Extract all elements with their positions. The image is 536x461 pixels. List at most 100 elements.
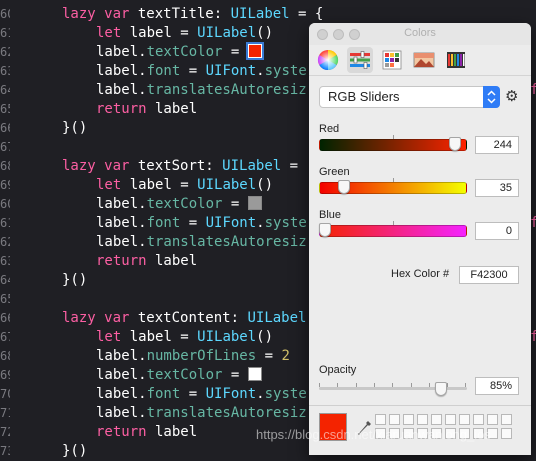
line-number: 65 — [0, 102, 10, 116]
code-token: textColor — [146, 44, 223, 60]
code-text: }() — [62, 119, 87, 138]
line-number: 68 — [0, 159, 10, 173]
color-swatch-slot[interactable] — [417, 414, 428, 425]
code-token: label. — [96, 348, 147, 364]
code-token: () — [256, 329, 274, 345]
slider-value-green[interactable]: 35 — [475, 179, 519, 197]
line-number: 64 — [0, 273, 10, 287]
code-token: label — [146, 424, 198, 440]
code-token: label — [146, 101, 198, 117]
line-number: 68 — [0, 349, 10, 363]
color-wheel-icon[interactable] — [315, 47, 341, 73]
colors-panel: Colors RGB Sliders ⚙ Red 244 Green 35 Bl… — [309, 23, 531, 455]
color-swatch-slot[interactable] — [445, 414, 456, 425]
code-token: () — [256, 25, 274, 41]
color-swatch-slot[interactable] — [501, 414, 512, 425]
code-text: return label — [96, 423, 197, 442]
watermark: https://blog.csdn.net/xiaruanwanlong_ios — [256, 427, 491, 442]
line-number: 69 — [0, 178, 10, 192]
code-token: return — [96, 424, 147, 440]
line-number: 63 — [0, 254, 10, 268]
chevron-updown-icon — [483, 86, 500, 108]
code-text: let label = UILabel() — [96, 24, 273, 43]
gear-icon[interactable]: ⚙ — [505, 87, 518, 105]
code-token: UILabel — [197, 177, 257, 193]
code-token: label. — [96, 63, 147, 79]
opacity-tick — [355, 383, 357, 387]
line-number: 69 — [0, 368, 10, 382]
color-swatch-slot[interactable] — [389, 414, 400, 425]
color-swatch-slot[interactable] — [473, 414, 484, 425]
slider-track-red[interactable] — [319, 139, 467, 151]
image-palettes-icon[interactable] — [411, 47, 437, 73]
panel-title: Colors — [404, 27, 436, 39]
code-token: label. — [96, 82, 147, 98]
opacity-tick — [392, 383, 394, 387]
mode-select-value: RGB Sliders — [328, 89, 400, 104]
code-token: UILabel — [230, 6, 290, 22]
code-token: label. — [96, 367, 147, 383]
color-swatch-slot[interactable] — [459, 414, 470, 425]
color-swatch-slot[interactable] — [375, 414, 386, 425]
slider-value-red[interactable]: 244 — [475, 136, 519, 154]
code-token: . — [256, 63, 265, 79]
hex-color-field[interactable]: F42300 — [459, 266, 519, 284]
code-token: UIFont — [205, 386, 257, 402]
code-token: UIFont — [205, 215, 257, 231]
color-swatch-slot[interactable] — [501, 428, 512, 439]
code-token: label — [146, 253, 198, 269]
code-token: = — [222, 196, 248, 212]
code-token: translatesAutoresiz — [146, 405, 307, 421]
code-line: 60 lazy var textTitle: UILabel = { — [0, 5, 536, 24]
code-token: syste — [264, 215, 307, 231]
code-token: UIFont — [205, 63, 257, 79]
color-swatch-slot[interactable] — [487, 414, 498, 425]
code-token: lazy — [62, 6, 96, 22]
code-token: textColor — [146, 367, 223, 383]
slider-track-blue[interactable] — [319, 225, 467, 237]
line-number: 61 — [0, 26, 10, 40]
opacity-label: Opacity — [319, 364, 357, 376]
code-token: numberOfLines — [146, 348, 257, 364]
color-literal-swatch[interactable] — [247, 196, 262, 210]
slider-thumb-green[interactable] — [337, 180, 350, 194]
line-number: 66 — [0, 311, 10, 325]
code-token: label. — [96, 196, 147, 212]
code-token: textTitle: — [129, 6, 231, 22]
code-token: font — [146, 215, 181, 231]
code-token: UILabel — [222, 158, 282, 174]
code-text: }() — [62, 442, 87, 461]
opacity-tick — [319, 383, 320, 387]
opacity-field[interactable]: 85% — [475, 377, 519, 395]
code-token: . — [256, 386, 265, 402]
code-text: let label = UILabel() — [96, 328, 273, 347]
code-text: label.translatesAutoresiz — [96, 233, 307, 252]
crayons-icon[interactable] — [443, 47, 469, 73]
color-swatch-slot[interactable] — [431, 414, 442, 425]
slider-label-red: Red — [319, 123, 340, 135]
code-text: label.translatesAutoresiz — [96, 81, 307, 100]
opacity-tick — [337, 383, 339, 387]
code-text: label.font = UIFont.syste — [96, 385, 307, 404]
color-literal-swatch[interactable] — [245, 42, 264, 60]
slider-value-blue[interactable]: 0 — [475, 222, 519, 240]
slider-label-blue: Blue — [319, 209, 342, 221]
code-token: 2 — [281, 348, 290, 364]
color-palettes-icon[interactable] — [379, 47, 405, 73]
mode-select[interactable]: RGB Sliders — [319, 86, 500, 108]
color-sliders-icon[interactable] — [347, 47, 373, 73]
slider-thumb-red[interactable] — [449, 137, 462, 151]
code-token: label. — [96, 386, 147, 402]
color-swatch-slot[interactable] — [403, 414, 414, 425]
opacity-slider-thumb[interactable] — [434, 382, 447, 396]
code-token: UILabel — [197, 329, 257, 345]
code-text: label.textColor = — [96, 195, 262, 214]
color-literal-swatch[interactable] — [247, 367, 262, 381]
slider-thumb-blue[interactable] — [319, 223, 331, 237]
opacity-tick — [428, 383, 430, 387]
code-token: var — [104, 310, 130, 326]
code-token: textColor — [146, 196, 223, 212]
slider-tick — [393, 178, 394, 182]
